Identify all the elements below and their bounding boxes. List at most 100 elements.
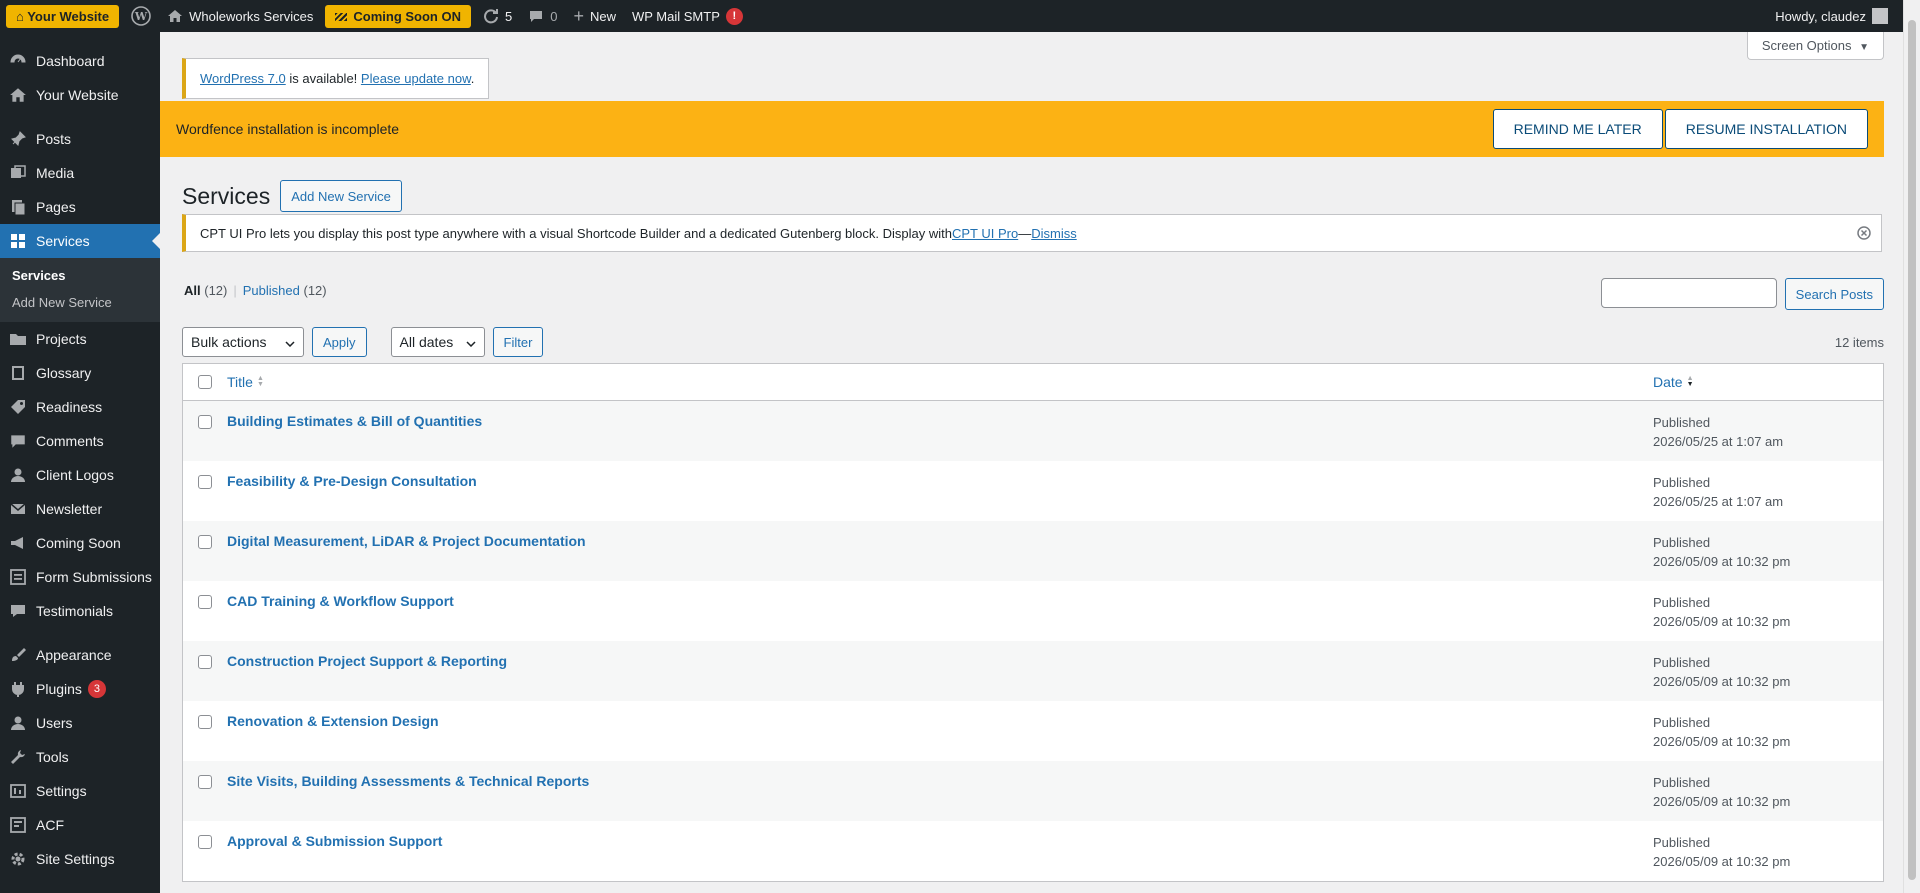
sidebar-item-your-website[interactable]: Your Website bbox=[0, 78, 160, 112]
sidebar-item-settings[interactable]: Settings bbox=[0, 774, 160, 808]
filter-all-count: (12) bbox=[204, 283, 228, 298]
wrench-icon bbox=[8, 747, 28, 767]
all-dates-select[interactable]: All dates bbox=[390, 327, 485, 357]
sidebar-item-projects[interactable]: Projects bbox=[0, 322, 160, 356]
filter-button[interactable]: Filter bbox=[492, 327, 544, 357]
title-column-header[interactable]: Title ▲ ▼ bbox=[227, 374, 1653, 390]
post-title-link[interactable]: Feasibility & Pre-Design Consultation bbox=[227, 473, 477, 489]
post-title-link[interactable]: CAD Training & Workflow Support bbox=[227, 593, 454, 609]
my-account-link[interactable]: Howdy, claudez bbox=[1767, 0, 1920, 32]
sidebar-item-acf[interactable]: ACF bbox=[0, 808, 160, 842]
new-content-link[interactable]: + New bbox=[565, 0, 624, 32]
search-posts-button[interactable]: Search Posts bbox=[1784, 278, 1884, 310]
sidebar-item-tools[interactable]: Tools bbox=[0, 740, 160, 774]
sidebar-item-media[interactable]: Media bbox=[0, 156, 160, 190]
sidebar-item-newsletter[interactable]: Newsletter bbox=[0, 492, 160, 526]
date-column-header[interactable]: Date ▲ ▼ bbox=[1653, 374, 1883, 390]
sidebar-item-posts[interactable]: Posts bbox=[0, 122, 160, 156]
sidebar-label: Site Settings bbox=[36, 851, 115, 867]
screen-options-button[interactable]: Screen Options ▼ bbox=[1746, 32, 1884, 60]
sidebar-item-appearance[interactable]: Appearance bbox=[0, 638, 160, 672]
submenu-item-add-new-service[interactable]: Add New Service bbox=[0, 289, 160, 316]
search-input[interactable] bbox=[1600, 278, 1777, 308]
admin-bar: ⌂ Your Website W Wholeworks Services Com… bbox=[0, 0, 1920, 32]
mail-icon bbox=[8, 499, 28, 519]
sidebar-item-users[interactable]: Users bbox=[0, 706, 160, 740]
coming-soon-badge[interactable]: Coming Soon ON bbox=[325, 4, 471, 28]
resume-installation-button[interactable]: RESUME INSTALLATION bbox=[1664, 109, 1868, 149]
table-row: Approval & Submission Support Published 2… bbox=[183, 821, 1883, 881]
sidebar-label: Glossary bbox=[36, 365, 92, 381]
submenu-item-services[interactable]: Services bbox=[0, 262, 160, 289]
row-checkbox[interactable] bbox=[198, 835, 212, 849]
close-icon[interactable] bbox=[1857, 226, 1871, 243]
howdy-label: Howdy, claudez bbox=[1775, 8, 1866, 24]
post-title-link[interactable]: Site Visits, Building Assessments & Tech… bbox=[227, 773, 589, 789]
cpt-ui-pro-link[interactable]: CPT UI Pro bbox=[952, 226, 1018, 241]
site-name-label: Wholeworks Services bbox=[189, 8, 314, 24]
sidebar-item-client-logos[interactable]: Client Logos bbox=[0, 458, 160, 492]
plug-icon bbox=[8, 679, 28, 699]
site-name-link[interactable]: Wholeworks Services bbox=[159, 0, 321, 32]
sidebar-item-pages[interactable]: Pages bbox=[0, 190, 160, 224]
sidebar-label: Comments bbox=[36, 433, 104, 449]
dismiss-link[interactable]: Dismiss bbox=[1031, 226, 1077, 241]
sidebar-label: Form Submissions bbox=[36, 569, 152, 585]
filter-published[interactable]: Published (12) bbox=[243, 283, 327, 298]
post-title-link[interactable]: Renovation & Extension Design bbox=[227, 713, 439, 729]
vertical-scrollbar[interactable] bbox=[1903, 0, 1920, 893]
row-checkbox[interactable] bbox=[198, 715, 212, 729]
wordpress-logo-icon[interactable]: W bbox=[123, 0, 159, 32]
sidebar-item-testimonials[interactable]: Testimonials bbox=[0, 594, 160, 628]
post-date: 2026/05/09 at 10:32 pm bbox=[1653, 854, 1791, 869]
sidebar-label: Appearance bbox=[36, 647, 112, 663]
post-status: Published bbox=[1653, 835, 1711, 850]
row-checkbox[interactable] bbox=[198, 535, 212, 549]
post-title-link[interactable]: Approval & Submission Support bbox=[227, 833, 442, 849]
table-row: Building Estimates & Bill of Quantities … bbox=[183, 401, 1883, 461]
admin-sidebar: Dashboard Your Website Posts Media Pages… bbox=[0, 32, 160, 893]
sidebar-item-site-settings[interactable]: Site Settings bbox=[0, 842, 160, 876]
updates-link[interactable]: 5 bbox=[475, 0, 520, 32]
post-status: Published bbox=[1653, 775, 1711, 790]
sidebar-item-form-submissions[interactable]: Form Submissions bbox=[0, 560, 160, 594]
row-checkbox[interactable] bbox=[198, 595, 212, 609]
sidebar-label: Settings bbox=[36, 783, 87, 799]
add-new-service-button[interactable]: Add New Service bbox=[280, 180, 402, 212]
post-title-link[interactable]: Building Estimates & Bill of Quantities bbox=[227, 413, 482, 429]
coming-soon-label: Coming Soon ON bbox=[353, 8, 461, 24]
sidebar-item-readiness[interactable]: Readiness bbox=[0, 390, 160, 424]
row-checkbox[interactable] bbox=[198, 415, 212, 429]
sidebar-item-services[interactable]: Services bbox=[0, 224, 160, 258]
update-now-link[interactable]: Please update now bbox=[361, 71, 471, 86]
comments-link[interactable]: 0 bbox=[520, 0, 565, 32]
row-checkbox[interactable] bbox=[198, 775, 212, 789]
bulk-actions-select[interactable]: Bulk actions bbox=[182, 327, 304, 357]
post-date: 2026/05/09 at 10:32 pm bbox=[1653, 614, 1791, 629]
sidebar-label: Users bbox=[36, 715, 73, 731]
sidebar-item-coming-soon[interactable]: Coming Soon bbox=[0, 526, 160, 560]
sidebar-item-dashboard[interactable]: Dashboard bbox=[0, 44, 160, 78]
row-checkbox[interactable] bbox=[198, 655, 212, 669]
apply-button[interactable]: Apply bbox=[312, 327, 367, 357]
post-title-link[interactable]: Digital Measurement, LiDAR & Project Doc… bbox=[227, 533, 586, 549]
update-notice: WordPress 7.0 is available! Please updat… bbox=[182, 58, 490, 99]
wp-mail-smtp-link[interactable]: WP Mail SMTP ! bbox=[624, 0, 751, 32]
remind-me-later-button[interactable]: REMIND ME LATER bbox=[1492, 109, 1663, 149]
table-nav-top: Bulk actions Apply All dates Filter 12 i… bbox=[182, 327, 1884, 357]
sidebar-item-plugins[interactable]: Plugins 3 bbox=[0, 672, 160, 706]
your-website-badge[interactable]: ⌂ Your Website bbox=[6, 4, 120, 28]
select-all-checkbox[interactable] bbox=[198, 375, 212, 389]
sidebar-item-comments[interactable]: Comments bbox=[0, 424, 160, 458]
sidebar-item-glossary[interactable]: Glossary bbox=[0, 356, 160, 390]
updates-count: 5 bbox=[504, 8, 513, 24]
filter-all[interactable]: All (12) bbox=[184, 283, 227, 298]
post-title-link[interactable]: Construction Project Support & Reporting bbox=[227, 653, 507, 669]
sidebar-label: Client Logos bbox=[36, 467, 114, 483]
scrollbar-thumb[interactable] bbox=[1908, 20, 1916, 880]
row-checkbox[interactable] bbox=[198, 475, 212, 489]
wordpress-version-link[interactable]: WordPress 7.0 bbox=[200, 71, 286, 86]
smtp-label: WP Mail SMTP bbox=[631, 8, 720, 24]
comments-count: 0 bbox=[550, 8, 558, 24]
form-icon bbox=[8, 567, 28, 587]
